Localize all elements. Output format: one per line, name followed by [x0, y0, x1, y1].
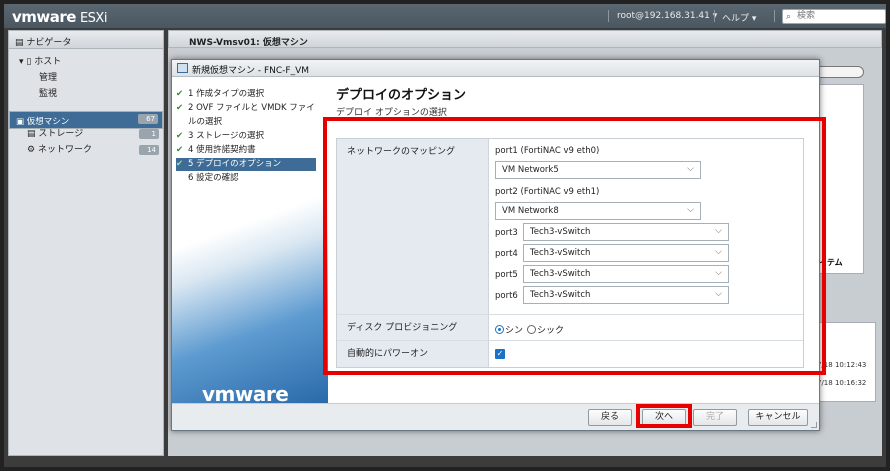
check-icon: ✔	[176, 159, 184, 169]
divider	[774, 10, 775, 22]
product-name: ESXi	[79, 11, 107, 26]
divider	[608, 10, 609, 22]
storage-icon: ▤	[27, 129, 39, 139]
check-icon: ✔	[176, 103, 184, 113]
navigator-panel: ▤ ナビゲータ ▾ ▯ ホスト 管理 監視 ▣ 仮想マシン 67 ▤ ストレージ 1…	[8, 30, 164, 456]
network-icon: ⚙	[27, 145, 38, 155]
back-button[interactable]: 戻る	[588, 409, 632, 426]
dialog-title: 新規仮想マシン - FNC-F_VM	[192, 66, 310, 76]
step-5[interactable]: ✔ 5 デプロイのオプション	[176, 158, 316, 171]
step-3[interactable]: ✔ 3 ストレージの選択	[176, 130, 316, 143]
check-icon: ✔	[176, 89, 184, 99]
dialog-footer: 戻る 次へ 完了 キャンセル	[172, 403, 819, 430]
nav-manage[interactable]: 管理	[9, 71, 163, 85]
nav-network[interactable]: ⚙ ネットワーク 14	[9, 143, 163, 157]
search-input[interactable]: ⌕ 検索	[782, 9, 886, 24]
navigator-header: ▤ ナビゲータ	[9, 31, 163, 49]
vm-icon: ▣	[16, 117, 27, 127]
navigator-icon: ▤	[15, 38, 27, 48]
top-bar: vmware ESXi root@192.168.31.41 ▾ ヘルプ ▾ ⌕ 検…	[4, 4, 886, 28]
main-header: NWS-Vmsv01: 仮想マシン	[168, 30, 882, 48]
check-icon: ✔	[176, 131, 184, 141]
storage-count-badge: 1	[139, 129, 159, 139]
highlight-options-box	[323, 117, 826, 375]
search-icon: ⌕	[786, 12, 792, 22]
step-1[interactable]: ✔ 1 作成タイプの選択	[176, 88, 316, 101]
nav-storage[interactable]: ▤ ストレージ 1	[9, 127, 163, 141]
check-icon: ✔	[176, 145, 184, 155]
host-icon: ▯	[26, 57, 32, 67]
nav-monitor[interactable]: 監視	[9, 87, 163, 101]
network-count-badge: 14	[139, 145, 159, 155]
highlight-next-button-box	[636, 404, 692, 428]
help-menu[interactable]: ヘルプ ▾	[722, 11, 756, 24]
dialog-header: 新規仮想マシン - FNC-F_VM	[172, 60, 819, 77]
divider	[714, 10, 715, 22]
finish-button[interactable]: 完了	[693, 409, 737, 426]
vmware-logo: vmware ESXi	[12, 8, 107, 26]
wizard-steps: ✔ 1 作成タイプの選択 ✔ 2 OVF ファイルと VMDK ファイ ルの選択 ✔…	[172, 78, 328, 406]
step-2[interactable]: ✔ 2 OVF ファイルと VMDK ファイ	[176, 102, 316, 115]
cancel-button[interactable]: キャンセル	[748, 409, 808, 426]
step-6[interactable]: 6 設定の確認	[176, 172, 316, 185]
user-menu[interactable]: root@192.168.31.41 ▾	[617, 11, 717, 21]
nav-host[interactable]: ▾ ▯ ホスト	[9, 55, 163, 69]
content-title: デプロイのオプション	[336, 88, 467, 103]
task-time: 7/18 10:16:32	[817, 379, 867, 387]
resize-handle[interactable]	[811, 422, 817, 428]
vm-count-badge: 67	[138, 114, 158, 124]
vm-icon	[177, 63, 188, 73]
step-2-cont[interactable]: ルの選択	[176, 116, 316, 129]
step-4[interactable]: ✔ 4 使用許諾契約書	[176, 144, 316, 157]
